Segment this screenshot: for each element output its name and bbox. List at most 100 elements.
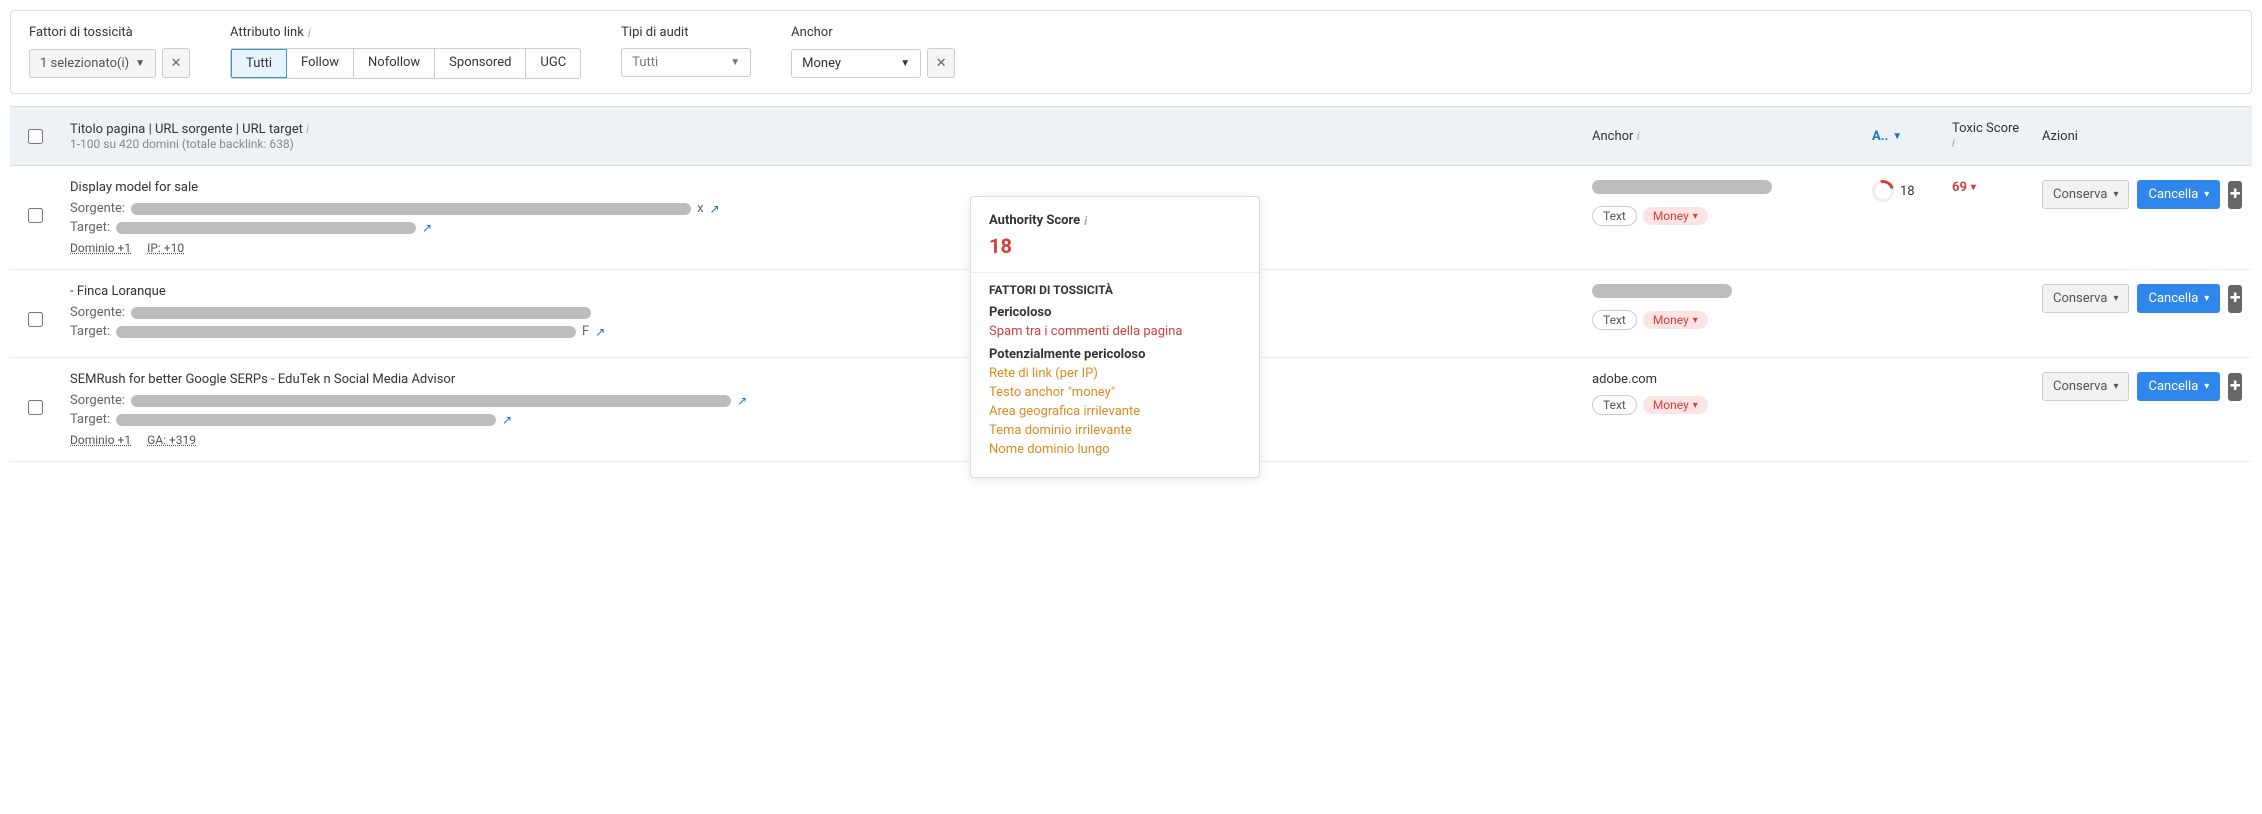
info-icon[interactable]: i [1637,129,1640,143]
header-checkbox-cell [10,123,60,150]
delete-button[interactable]: Cancella ▾ [2137,372,2220,401]
header-title: Titolo pagina | URL sorgente | URL targe… [60,116,1582,157]
redacted-url [131,395,731,407]
link-attr-ugc[interactable]: UGC [526,49,580,78]
toxicity-dropdown[interactable]: 1 selezionato(i) ▼ [29,49,156,78]
info-icon[interactable]: i [1084,214,1087,228]
filter-toxicity: Fattori di tossicità 1 selezionato(i) ▼ … [29,25,190,79]
info-icon[interactable]: i [1952,136,1955,150]
external-link-icon[interactable]: ↗ [595,325,605,339]
comment-icon: ✚ [2230,187,2241,202]
chevron-down-icon: ▾ [2204,189,2209,200]
filters-panel: Fattori di tossicità 1 selezionato(i) ▼ … [10,10,2252,94]
anchor-clear-button[interactable]: ✕ [927,48,955,78]
select-all-checkbox[interactable] [28,129,43,144]
toxic-popover: Authority Score i 18 Fattori di tossicit… [970,196,1260,478]
filter-toxicity-label: Fattori di tossicità [29,25,190,40]
keep-button[interactable]: Conserva ▾ [2042,284,2129,313]
external-link-icon[interactable]: ↗ [422,221,432,235]
as-donut-icon [1868,176,1898,206]
filter-link-attr: Attributo link i Tutti Follow Nofollow S… [230,25,581,79]
target-url-line: Target: ↗ [70,220,1572,235]
redacted-url [116,222,416,234]
external-link-icon[interactable]: ↗ [502,413,512,427]
comment-button[interactable]: ✚ [2228,285,2242,313]
info-icon[interactable]: i [306,122,309,136]
redacted-url [116,326,576,338]
chevron-down-icon: ▼ [900,58,910,69]
table-row: Display model for sale Sorgente: x ↗ Tar… [10,166,2252,270]
comment-button[interactable]: ✚ [2228,181,2242,209]
comment-button[interactable]: ✚ [2228,373,2242,401]
keep-button[interactable]: Conserva ▾ [2042,372,2129,401]
popover-warn-item: Nome dominio lungo [989,442,1241,457]
redacted-anchor [1592,180,1772,194]
comment-icon: ✚ [2230,379,2241,394]
toxicity-clear-button[interactable]: ✕ [162,48,190,78]
delete-button[interactable]: Cancella ▾ [2137,180,2220,209]
keep-button[interactable]: Conserva ▾ [2042,180,2129,209]
filter-anchor-label: Anchor [791,25,955,40]
audit-types-dropdown[interactable]: Tutti ▼ [621,48,751,77]
domain-count-link[interactable]: Dominio +1 [70,241,131,255]
delete-button[interactable]: Cancella ▾ [2137,284,2220,313]
anchor-tag-text: Text [1592,395,1637,415]
external-link-icon[interactable]: ↗ [737,394,747,408]
popover-as-value: 18 [989,234,1241,258]
ga-count-link[interactable]: GA: +319 [147,433,196,447]
as-value: 18 [1900,184,1915,199]
header-anchor: Anchor i [1582,123,1862,150]
row-checkbox[interactable] [28,400,43,415]
popover-dangerous-label: Pericoloso [989,305,1241,320]
popover-warn-item: Testo anchor "money" [989,385,1241,400]
header-authority-score[interactable]: A.. ▼ [1862,123,1942,150]
link-attr-tutti[interactable]: Tutti [231,49,287,78]
anchor-tag-text: Text [1592,310,1637,330]
chevron-down-icon: ▾ [1693,211,1698,222]
close-icon: ✕ [936,56,947,71]
target-url-line: Target: ↗ [70,412,1572,427]
popover-danger-item: Spam tra i commenti della pagina [989,324,1241,339]
ip-count-link[interactable]: IP: +10 [147,241,184,255]
redacted-anchor [1592,284,1732,298]
anchor-tag-money[interactable]: Money ▾ [1643,207,1708,225]
popover-potential-label: Potenzialmente pericoloso [989,347,1241,362]
table-header: Titolo pagina | URL sorgente | URL targe… [10,106,2252,166]
link-attr-segmented: Tutti Follow Nofollow Sponsored UGC [230,48,581,79]
redacted-url [116,414,496,426]
domain-count-link[interactable]: Dominio +1 [70,433,131,447]
header-subtitle: 1-100 su 420 domini (totale backlink: 63… [70,137,1572,151]
page-title: - Finca Loranque [70,284,1572,299]
anchor-tag-money[interactable]: Money ▾ [1643,396,1708,414]
link-attr-follow[interactable]: Follow [287,49,354,78]
anchor-domain: adobe.com [1592,372,1852,387]
popover-warn-item: Rete di link (per IP) [989,366,1241,381]
source-url-line: Sorgente: [70,305,1572,320]
anchor-tag-money[interactable]: Money ▾ [1643,311,1708,329]
source-url-line: Sorgente: ↗ [70,393,1572,408]
source-url-line: Sorgente: x ↗ [70,201,1572,216]
chevron-down-icon: ▾ [2204,293,2209,304]
toxic-score-cell[interactable]: 69 ▾ [1942,178,2032,197]
filter-audit-types: Tipi di audit Tutti ▼ [621,25,751,79]
filter-audit-types-label: Tipi di audit [621,25,751,40]
info-icon[interactable]: i [308,26,311,40]
row-checkbox[interactable] [28,208,43,223]
popover-warn-item: Tema dominio irrilevante [989,423,1241,438]
filter-link-attr-label: Attributo link i [230,25,581,40]
page-title: SEMRush for better Google SERPs - EduTek… [70,372,1572,387]
link-attr-nofollow[interactable]: Nofollow [354,49,435,78]
chevron-down-icon: ▼ [1892,131,1902,142]
page-title: Display model for sale [70,180,1572,195]
chevron-down-icon: ▾ [2113,189,2118,200]
row-checkbox[interactable] [28,312,43,327]
external-link-icon[interactable]: ↗ [710,202,720,216]
filter-anchor: Anchor Money ▼ ✕ [791,25,955,79]
anchor-selected: Money [802,56,841,71]
chevron-down-icon: ▾ [1971,182,1976,193]
popover-as-label: Authority Score i [989,213,1241,228]
link-attr-sponsored[interactable]: Sponsored [435,49,526,78]
redacted-url [131,307,591,319]
anchor-dropdown[interactable]: Money ▼ [791,49,921,78]
popover-warn-item: Area geografica irrilevante [989,404,1241,419]
